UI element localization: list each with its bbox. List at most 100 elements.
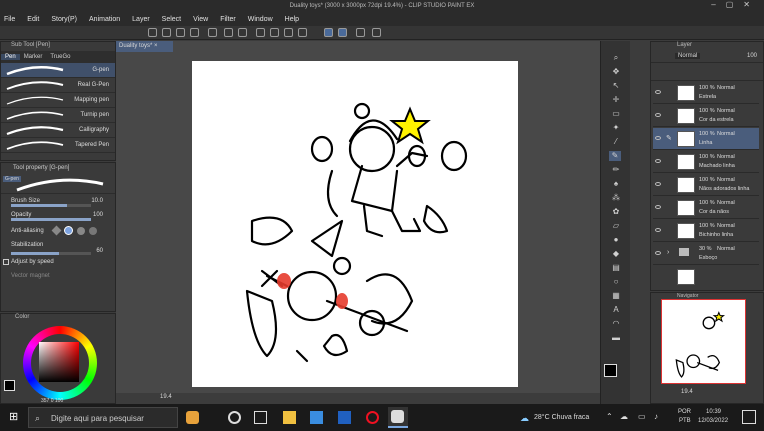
store-icon[interactable] xyxy=(310,411,323,424)
selection-tool-icon[interactable]: ▭ xyxy=(611,109,621,119)
aa-medium-icon[interactable] xyxy=(77,227,85,235)
gradient-icon[interactable]: ▤ xyxy=(611,263,621,273)
eyedropper-icon[interactable]: ⁄ xyxy=(611,137,621,147)
decoration-icon[interactable]: ✿ xyxy=(611,207,621,217)
stabilization-row[interactable]: Stabilization 60 xyxy=(1,238,115,255)
snap-grid-icon[interactable] xyxy=(338,28,347,37)
menu-view[interactable]: View xyxy=(193,16,208,23)
eye-icon[interactable] xyxy=(655,136,661,140)
crop-icon[interactable] xyxy=(298,28,307,37)
blend-mode-select[interactable]: Normal xyxy=(675,53,701,59)
menu-animation[interactable]: Animation xyxy=(89,16,120,23)
tab-pen[interactable]: Pen xyxy=(1,54,20,60)
eye-icon[interactable] xyxy=(655,90,661,94)
new-icon[interactable] xyxy=(148,28,157,37)
menu-filter[interactable]: Filter xyxy=(220,16,236,23)
menu-window[interactable]: Window xyxy=(248,16,273,23)
blend-icon[interactable]: ● xyxy=(611,235,621,245)
redo-icon[interactable] xyxy=(190,28,199,37)
frame-icon[interactable]: ▦ xyxy=(611,291,621,301)
eye-icon[interactable] xyxy=(655,113,661,117)
taskbar-search-box[interactable]: ⌕ Digite aqui para pesquisar xyxy=(28,407,178,428)
aa-none-icon[interactable] xyxy=(51,225,62,236)
brush-real-gpen[interactable]: Real G-Pen xyxy=(1,78,115,93)
layer-row[interactable]: 100 % Normal Estrela xyxy=(653,82,759,104)
layer-row[interactable]: 100 % Normal Machado linha xyxy=(653,151,759,173)
layer-row[interactable]: 100 % Normal Cor da estrela xyxy=(653,105,759,127)
clip-studio-taskbar-button[interactable] xyxy=(388,407,408,428)
layer-row[interactable]: 100 % Normal Cor da nãos xyxy=(653,197,759,219)
opera-icon[interactable] xyxy=(366,411,379,424)
antialiasing-row[interactable]: Anti-aliasing xyxy=(1,224,115,238)
transform-icon[interactable] xyxy=(224,28,233,37)
adjust-checkbox[interactable] xyxy=(3,259,9,265)
weather-widget-icon[interactable] xyxy=(186,411,199,424)
expand-arrow-icon[interactable]: › xyxy=(667,249,669,256)
volume-icon[interactable]: ♪ xyxy=(654,412,658,421)
brush-turnip-pen[interactable]: Turnip pen xyxy=(1,108,115,123)
menu-file[interactable]: File xyxy=(4,16,15,23)
keyboard-layout-label[interactable]: PTB xyxy=(679,418,691,424)
cortana-icon[interactable] xyxy=(228,411,241,424)
eye-icon[interactable] xyxy=(655,251,661,255)
aa-weak-icon[interactable] xyxy=(64,226,73,235)
mail-icon[interactable] xyxy=(338,411,351,424)
deselect-icon[interactable] xyxy=(270,28,279,37)
auto-select-icon[interactable]: ✦ xyxy=(611,123,621,133)
move-tool-icon[interactable]: ✥ xyxy=(611,67,621,77)
window-controls[interactable]: –▢✕ xyxy=(711,0,760,12)
menu-edit[interactable]: Edit xyxy=(27,16,39,23)
tab-truego[interactable]: TrueGo xyxy=(46,54,74,60)
eraser-icon[interactable]: ▱ xyxy=(611,221,621,231)
tray-chevron-icon[interactable]: ⌃ xyxy=(606,412,613,421)
layer-opacity[interactable]: 100 xyxy=(747,53,757,59)
task-view-icon[interactable] xyxy=(254,411,267,424)
notification-icon[interactable] xyxy=(742,410,756,424)
canvas-page[interactable] xyxy=(192,61,518,387)
main-color-swatch[interactable] xyxy=(4,380,15,391)
operation-tool-icon[interactable]: ↖ xyxy=(611,81,621,91)
adjust-speed-row[interactable]: Adjust by speed xyxy=(1,255,115,269)
layer-row[interactable]: 100 % Normal Nãos adorados linha xyxy=(653,174,759,196)
canvas-zoom[interactable]: 19.4 xyxy=(160,394,172,400)
navigator-preview[interactable] xyxy=(661,299,746,384)
pencil-tool-icon[interactable]: ✏ xyxy=(611,165,621,175)
opacity-row[interactable]: Opacity 100 xyxy=(1,208,115,222)
airbrush-icon[interactable]: ⁂ xyxy=(611,193,621,203)
fill-icon[interactable] xyxy=(238,28,247,37)
palette-main-color[interactable] xyxy=(604,364,617,377)
undo-icon[interactable] xyxy=(176,28,185,37)
windows-start-icon[interactable]: ⊞ xyxy=(9,411,22,424)
layer-move-icon[interactable]: ✛ xyxy=(611,95,621,105)
brush-tool-icon[interactable]: ♠ xyxy=(611,179,621,189)
eye-icon[interactable] xyxy=(655,205,661,209)
weather-text[interactable]: 28°C Chuva fraca xyxy=(534,414,589,421)
invert-selection-icon[interactable] xyxy=(284,28,293,37)
eye-icon[interactable] xyxy=(655,159,661,163)
tab-marker[interactable]: Marker xyxy=(20,54,47,60)
fill-tool-icon[interactable]: ◆ xyxy=(611,249,621,259)
brush-size-value[interactable]: 10.0 xyxy=(91,194,103,208)
menu-story[interactable]: Story(P) xyxy=(51,16,77,23)
clock-date[interactable]: 12/03/2022 xyxy=(698,418,728,424)
menu-select[interactable]: Select xyxy=(162,16,181,23)
clock-time[interactable]: 10:39 xyxy=(706,409,721,415)
opacity-value[interactable]: 100 xyxy=(93,208,103,222)
menu-layer[interactable]: Layer xyxy=(132,16,150,23)
brush-size-row[interactable]: Brush Size 10.0 xyxy=(1,194,115,208)
paper-layer-row[interactable] xyxy=(653,266,759,288)
brush-mapping-pen[interactable]: Mapping pen xyxy=(1,93,115,108)
snap-ruler-icon[interactable] xyxy=(324,28,333,37)
vector-magnet-row[interactable]: Vector magnet xyxy=(1,269,115,283)
menu-help[interactable]: Help xyxy=(285,16,299,23)
layer-folder-row[interactable]: › 30 % Normal Esboço xyxy=(653,243,759,265)
layer-row[interactable]: 100 % Normal Bichinho linha xyxy=(653,220,759,242)
brush-calligraphy[interactable]: Calligraphy xyxy=(1,123,115,138)
aa-strong-icon[interactable] xyxy=(89,227,97,235)
brush-gpen[interactable]: G-pen xyxy=(1,63,115,78)
layer-row-selected[interactable]: ✎ 100 % Normal Linha xyxy=(653,128,759,150)
select-all-icon[interactable] xyxy=(256,28,265,37)
pen-tool-icon[interactable]: ✎ xyxy=(609,151,621,161)
onedrive-icon[interactable]: ☁ xyxy=(620,412,628,421)
eye-icon[interactable] xyxy=(655,228,661,232)
